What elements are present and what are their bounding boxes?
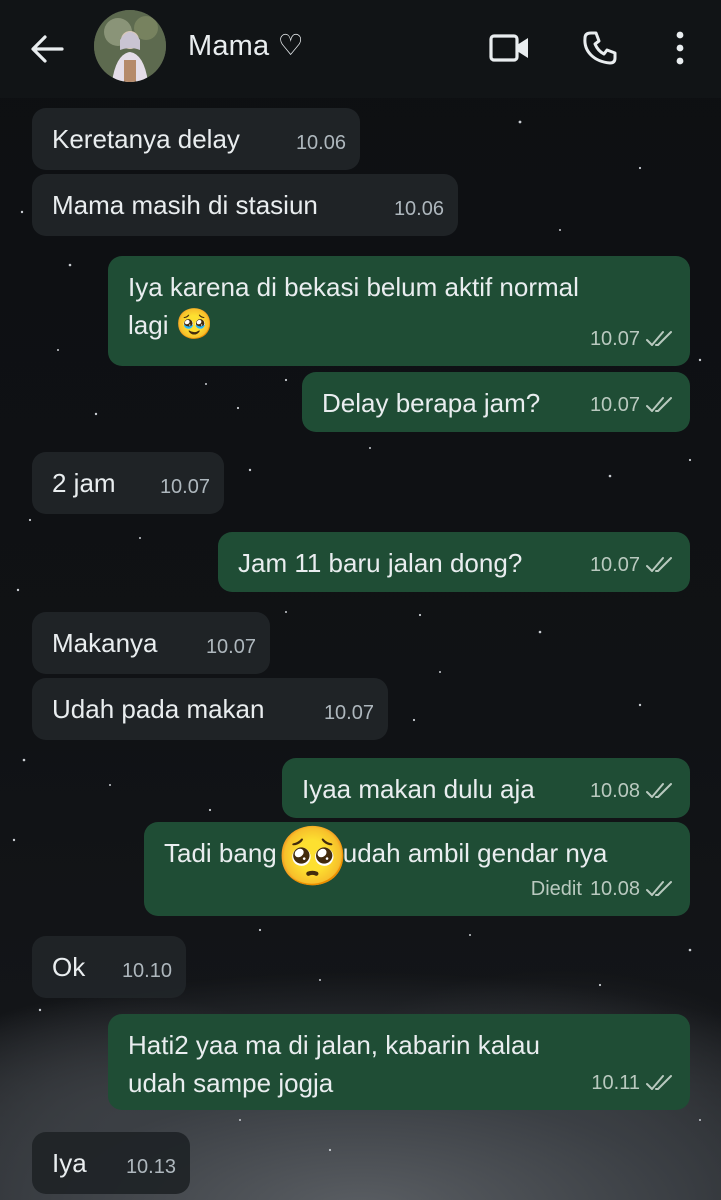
incoming-message[interactable]: 2 jam 10.07 [32, 452, 224, 514]
double-check-icon [646, 397, 672, 412]
incoming-message[interactable]: Ok 10.10 [32, 936, 186, 998]
message-meta: 10.06 [296, 124, 346, 162]
message-text: 2 jam [52, 468, 116, 498]
message-time: 10.06 [393, 198, 444, 220]
message-text: Tadi bang [164, 838, 277, 868]
outgoing-message[interactable]: Tadi bang🥺udah ambil gendar nya Diedit 1… [144, 822, 690, 916]
message-text: Makanya [52, 628, 158, 658]
double-check-icon [646, 557, 672, 572]
message-meta: Diedit 10.08 [531, 870, 676, 908]
message-text-line: Iya karena di bekasi belum aktif normal [128, 272, 579, 302]
message-text: lagi [128, 310, 169, 340]
message-text: Mama masih di stasiun [52, 190, 318, 220]
message-text: Iyaa makan dulu aja [302, 774, 535, 804]
message-meta: 10.07 [324, 694, 374, 732]
message-time: 10.11 [591, 1072, 640, 1094]
message-text-line: Hati2 yaa ma di jalan, kabarin kalau [128, 1030, 540, 1060]
video-call-icon [489, 34, 528, 62]
message-time: 10.08 [589, 878, 640, 900]
message-time: 10.07 [323, 702, 374, 724]
phone-icon [583, 31, 617, 65]
pleading-face-emoji: 🥺 [276, 824, 349, 889]
incoming-message[interactable]: Mama masih di stasiun 10.06 [32, 174, 458, 236]
message-meta: 10.07 [160, 468, 210, 506]
message-meta: 10.08 [590, 772, 676, 810]
message-time: 10.13 [125, 1156, 176, 1178]
message-meta: 10.06 [394, 190, 444, 228]
incoming-message[interactable]: Udah pada makan 10.07 [32, 678, 388, 740]
message-meta: 10.10 [122, 952, 172, 990]
double-check-icon [646, 881, 672, 896]
avatar-photo [94, 10, 166, 82]
message-meta: 10.07 [590, 386, 676, 424]
double-check-icon [646, 331, 672, 346]
double-check-icon [646, 1075, 672, 1090]
message-meta: 10.07 [590, 320, 676, 358]
incoming-message[interactable]: Iya 10.13 [32, 1132, 190, 1194]
message-text: Keretanya delay [52, 124, 240, 154]
contact-name[interactable]: Mama ♡ [188, 28, 304, 63]
message-time: 10.07 [589, 328, 640, 350]
message-text: udah ambil gendar nya [342, 838, 608, 868]
voice-call-button[interactable] [574, 24, 626, 72]
emoji: 🥹 [175, 308, 214, 341]
message-time: 10.07 [589, 554, 640, 576]
message-time: 10.07 [159, 476, 210, 498]
back-button[interactable] [24, 26, 70, 72]
more-options-button[interactable] [654, 24, 706, 72]
message-time: 10.10 [121, 960, 172, 982]
edited-label: Diedit [530, 878, 582, 900]
message-time: 10.07 [589, 394, 640, 416]
message-text: Ok [52, 952, 86, 982]
video-call-button[interactable] [484, 24, 536, 72]
message-time: 10.08 [589, 780, 640, 802]
message-meta: 10.07 [206, 628, 256, 666]
message-time: 10.06 [295, 132, 346, 154]
message-text: Jam 11 baru jalan dong? [238, 548, 523, 578]
message-meta: 10.07 [590, 546, 676, 584]
message-meta: 10.11 [591, 1064, 676, 1102]
outgoing-message[interactable]: Iyaa makan dulu aja 10.08 [282, 758, 690, 818]
incoming-message[interactable]: Keretanya delay 10.06 [32, 108, 360, 170]
outgoing-message[interactable]: Delay berapa jam? 10.07 [302, 372, 690, 432]
contact-avatar[interactable] [94, 10, 166, 82]
message-text: Delay berapa jam? [322, 388, 541, 418]
incoming-message[interactable]: Makanya 10.07 [32, 612, 270, 674]
outgoing-message[interactable]: Hati2 yaa ma di jalan, kabarin kalau uda… [108, 1014, 690, 1110]
chat-header: Mama ♡ [0, 0, 721, 98]
message-text: Iya [52, 1148, 87, 1178]
back-arrow-icon [31, 35, 64, 63]
message-text: Udah pada makan [52, 694, 265, 724]
outgoing-message[interactable]: Jam 11 baru jalan dong? 10.07 [218, 532, 690, 592]
outgoing-message[interactable]: Iya karena di bekasi belum aktif normal … [108, 256, 690, 366]
more-vertical-icon [676, 31, 684, 65]
message-time: 10.07 [205, 636, 256, 658]
double-check-icon [646, 783, 672, 798]
message-meta: 10.13 [126, 1148, 176, 1186]
